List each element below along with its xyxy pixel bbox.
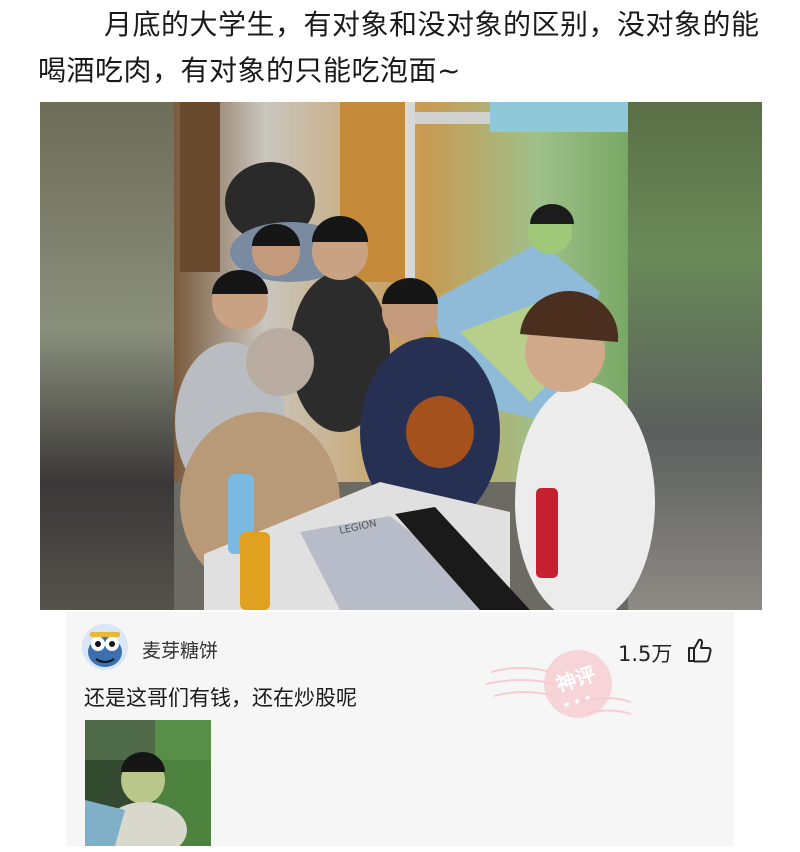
comment-image[interactable] xyxy=(85,720,211,846)
thumbs-up-icon[interactable] xyxy=(686,636,714,664)
dorm-party-photo: LEGION xyxy=(40,102,762,610)
comment-username[interactable]: 麦芽糖饼 xyxy=(142,636,218,663)
post-photo[interactable]: LEGION xyxy=(40,102,762,610)
comment-card: 麦芽糖饼 神评 ★ ★ ★ 1.5万 还是这哥们有钱，还在炒股呢 xyxy=(66,612,734,846)
like-count: 1.5万 xyxy=(618,642,673,666)
cartoon-avatar-icon xyxy=(82,624,128,670)
post-caption: 月底的大学生，有对象和没对象的区别，没对象的能喝酒吃肉，有对象的只能吃泡面~ xyxy=(38,8,760,87)
user-avatar[interactable] xyxy=(82,624,128,670)
green-lit-photo xyxy=(85,720,211,846)
god-comment-stamp: 神评 ★ ★ ★ xyxy=(486,650,632,718)
comment-text: 还是这哥们有钱，还在炒股呢 xyxy=(84,686,357,710)
